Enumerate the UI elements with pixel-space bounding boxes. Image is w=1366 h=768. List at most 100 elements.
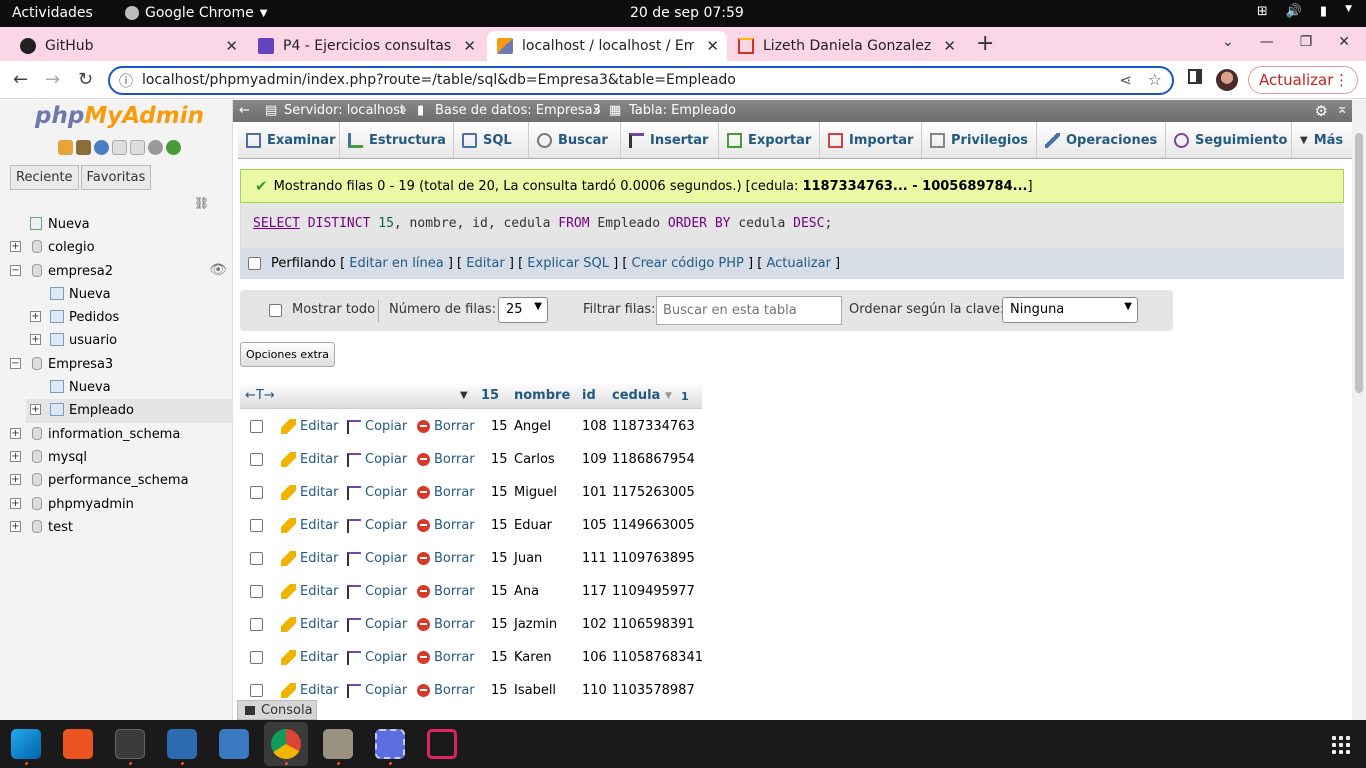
chrome-icon[interactable] — [271, 729, 301, 759]
table-row[interactable]: Editar Copiar Borrar 15 Juan 111 1109763895 — [240, 542, 702, 575]
cell-id[interactable]: 108 — [582, 419, 607, 434]
expand-icon[interactable]: + — [10, 520, 21, 532]
cell-cedula[interactable]: 1186867954 — [612, 452, 695, 467]
expand-icon[interactable]: + — [10, 241, 21, 253]
cell-cedula[interactable]: 11058768341 — [612, 650, 703, 665]
tree-item-performance-schema[interactable]: + performance_schema — [0, 469, 233, 492]
row-checkbox[interactable] — [250, 420, 263, 433]
cell-cedula[interactable]: 1187334763 — [612, 419, 695, 434]
scrollbar-thumb[interactable] — [1355, 133, 1363, 393]
edit-row-button[interactable]: Editar — [281, 485, 339, 500]
edit-row-button[interactable]: Editar — [281, 518, 339, 533]
tab-search-icon[interactable]: ⌄ — [1222, 34, 1234, 50]
delete-row-button[interactable]: Borrar — [417, 551, 475, 566]
rows-per-page-select[interactable]: 25 ▼ — [498, 297, 548, 323]
copy-row-button[interactable]: Copiar — [347, 584, 407, 599]
side-panel-icon[interactable] — [1188, 69, 1202, 84]
tree-item-usuario[interactable]: + usuario — [0, 329, 233, 352]
cell-15[interactable]: 15 — [491, 452, 508, 467]
copy-row-button[interactable]: Copiar — [347, 419, 407, 434]
row-checkbox[interactable] — [250, 552, 263, 565]
row-checkbox[interactable] — [250, 618, 263, 631]
cell-id[interactable]: 117 — [582, 584, 607, 599]
filter-input[interactable]: Buscar en esta tabla — [656, 296, 842, 325]
refresh-link[interactable]: Actualizar — [766, 256, 830, 271]
copy-row-button[interactable]: Copiar — [347, 452, 407, 467]
tab-buscar[interactable]: Buscar — [529, 122, 621, 158]
console-toggle[interactable]: Consola — [237, 700, 317, 720]
delete-row-button[interactable]: Borrar — [417, 518, 475, 533]
link-with-main-icon[interactable]: ⛓ — [194, 196, 209, 210]
row-checkbox[interactable] — [250, 651, 263, 664]
expand-icon[interactable]: + — [10, 474, 21, 486]
screenshot-icon[interactable] — [375, 729, 405, 759]
vscode-icon[interactable] — [11, 729, 41, 759]
row-checkbox[interactable] — [250, 684, 263, 697]
system-monitor-icon[interactable] — [219, 729, 249, 759]
update-button[interactable]: Actualizar ⋮ — [1248, 66, 1358, 94]
tree-item-empleado[interactable]: + Empleado — [26, 399, 233, 423]
cell-cedula[interactable]: 1175263005 — [612, 485, 695, 500]
close-tab-icon[interactable]: ✕ — [463, 37, 476, 55]
avatar[interactable] — [1216, 69, 1238, 91]
cell-15[interactable]: 15 — [491, 617, 508, 632]
close-tab-icon[interactable]: ✕ — [943, 37, 956, 55]
cell-nombre[interactable]: Ana — [514, 584, 539, 599]
docs-icon[interactable] — [112, 140, 127, 155]
settings-icon[interactable] — [148, 140, 163, 155]
profiling-checkbox[interactable] — [248, 257, 261, 270]
tree-item-empresa3[interactable]: − Empresa3 — [0, 353, 233, 376]
cell-id[interactable]: 110 — [582, 683, 607, 698]
cell-nombre[interactable]: Miguel — [514, 485, 557, 500]
cell-15[interactable]: 15 — [491, 683, 508, 698]
cell-nombre[interactable]: Eduar — [514, 518, 552, 533]
column-header-id[interactable]: id — [582, 388, 596, 403]
tree-item-phpmyadmin[interactable]: + phpmyadmin — [0, 493, 233, 516]
column-header-cedula[interactable]: cedula — [612, 388, 660, 403]
cell-cedula[interactable]: 1103578987 — [612, 683, 695, 698]
copy-row-button[interactable]: Copiar — [347, 617, 407, 632]
reload-nav-icon[interactable] — [166, 140, 181, 155]
tree-item-empresa2[interactable]: − empresa2 👁 — [0, 260, 233, 283]
close-tab-icon[interactable]: ✕ — [225, 37, 238, 55]
restore-icon[interactable]: ❐ — [1300, 34, 1313, 50]
edit-inline-link[interactable]: Editar en línea — [349, 256, 443, 271]
tree-item-test[interactable]: + test — [0, 516, 233, 539]
tree-item-new[interactable]: Nueva — [0, 283, 233, 306]
table-row[interactable]: Editar Copiar Borrar 15 Jazmin 102 1106598391 — [240, 608, 702, 641]
system-tray[interactable]: ⊞ 🔊 ▮ ▼ — [1257, 4, 1352, 19]
cell-cedula[interactable]: 1109763895 — [612, 551, 695, 566]
sql-doc-icon[interactable] — [130, 140, 145, 155]
help-icon[interactable] — [94, 140, 109, 155]
files-icon[interactable] — [323, 729, 353, 759]
expand-icon[interactable]: + — [30, 334, 41, 346]
row-checkbox[interactable] — [250, 585, 263, 598]
cell-id[interactable]: 102 — [582, 617, 607, 632]
tab-p4-ejercicios[interactable]: P4 - Ejercicios consultas 2 ✕ — [248, 31, 484, 61]
tab-operaciones[interactable]: Operaciones — [1037, 122, 1166, 158]
cell-15[interactable]: 15 — [491, 518, 508, 533]
reload-icon[interactable]: ↻ — [78, 69, 93, 90]
row-checkbox[interactable] — [250, 453, 263, 466]
text-editor-icon[interactable] — [167, 729, 197, 759]
copy-row-button[interactable]: Copiar — [347, 518, 407, 533]
breadcrumb-table[interactable]: Tabla: Empleado — [629, 103, 736, 118]
tab-mas[interactable]: ▼ Más — [1292, 122, 1352, 158]
table-row[interactable]: Editar Copiar Borrar 15 Karen 106 11058768341 — [240, 641, 703, 674]
table-row[interactable]: Editar Copiar Borrar 15 Eduar 105 1149663005 — [240, 509, 702, 542]
show-all-checkbox[interactable] — [269, 304, 282, 317]
breadcrumb-server[interactable]: Servidor: localhost — [284, 103, 405, 118]
edit-row-button[interactable]: Editar — [281, 650, 339, 665]
address-bar[interactable]: ⓘ localhost/phpmyadmin/index.php?route=/… — [108, 66, 1174, 95]
edit-row-button[interactable]: Editar — [281, 419, 339, 434]
tab-privilegios[interactable]: Privilegios — [922, 122, 1037, 158]
copy-row-button[interactable]: Copiar — [347, 551, 407, 566]
terminal-icon[interactable] — [115, 729, 145, 759]
collapse-top-icon[interactable]: ⌅ — [1336, 101, 1348, 117]
edit-row-button[interactable]: Editar — [281, 584, 339, 599]
row-checkbox[interactable] — [250, 519, 263, 532]
delete-row-button[interactable]: Borrar — [417, 452, 475, 467]
snap-icon[interactable] — [427, 729, 457, 759]
explain-sql-link[interactable]: Explicar SQL — [527, 256, 609, 271]
cell-nombre[interactable]: Isabell — [514, 683, 556, 698]
